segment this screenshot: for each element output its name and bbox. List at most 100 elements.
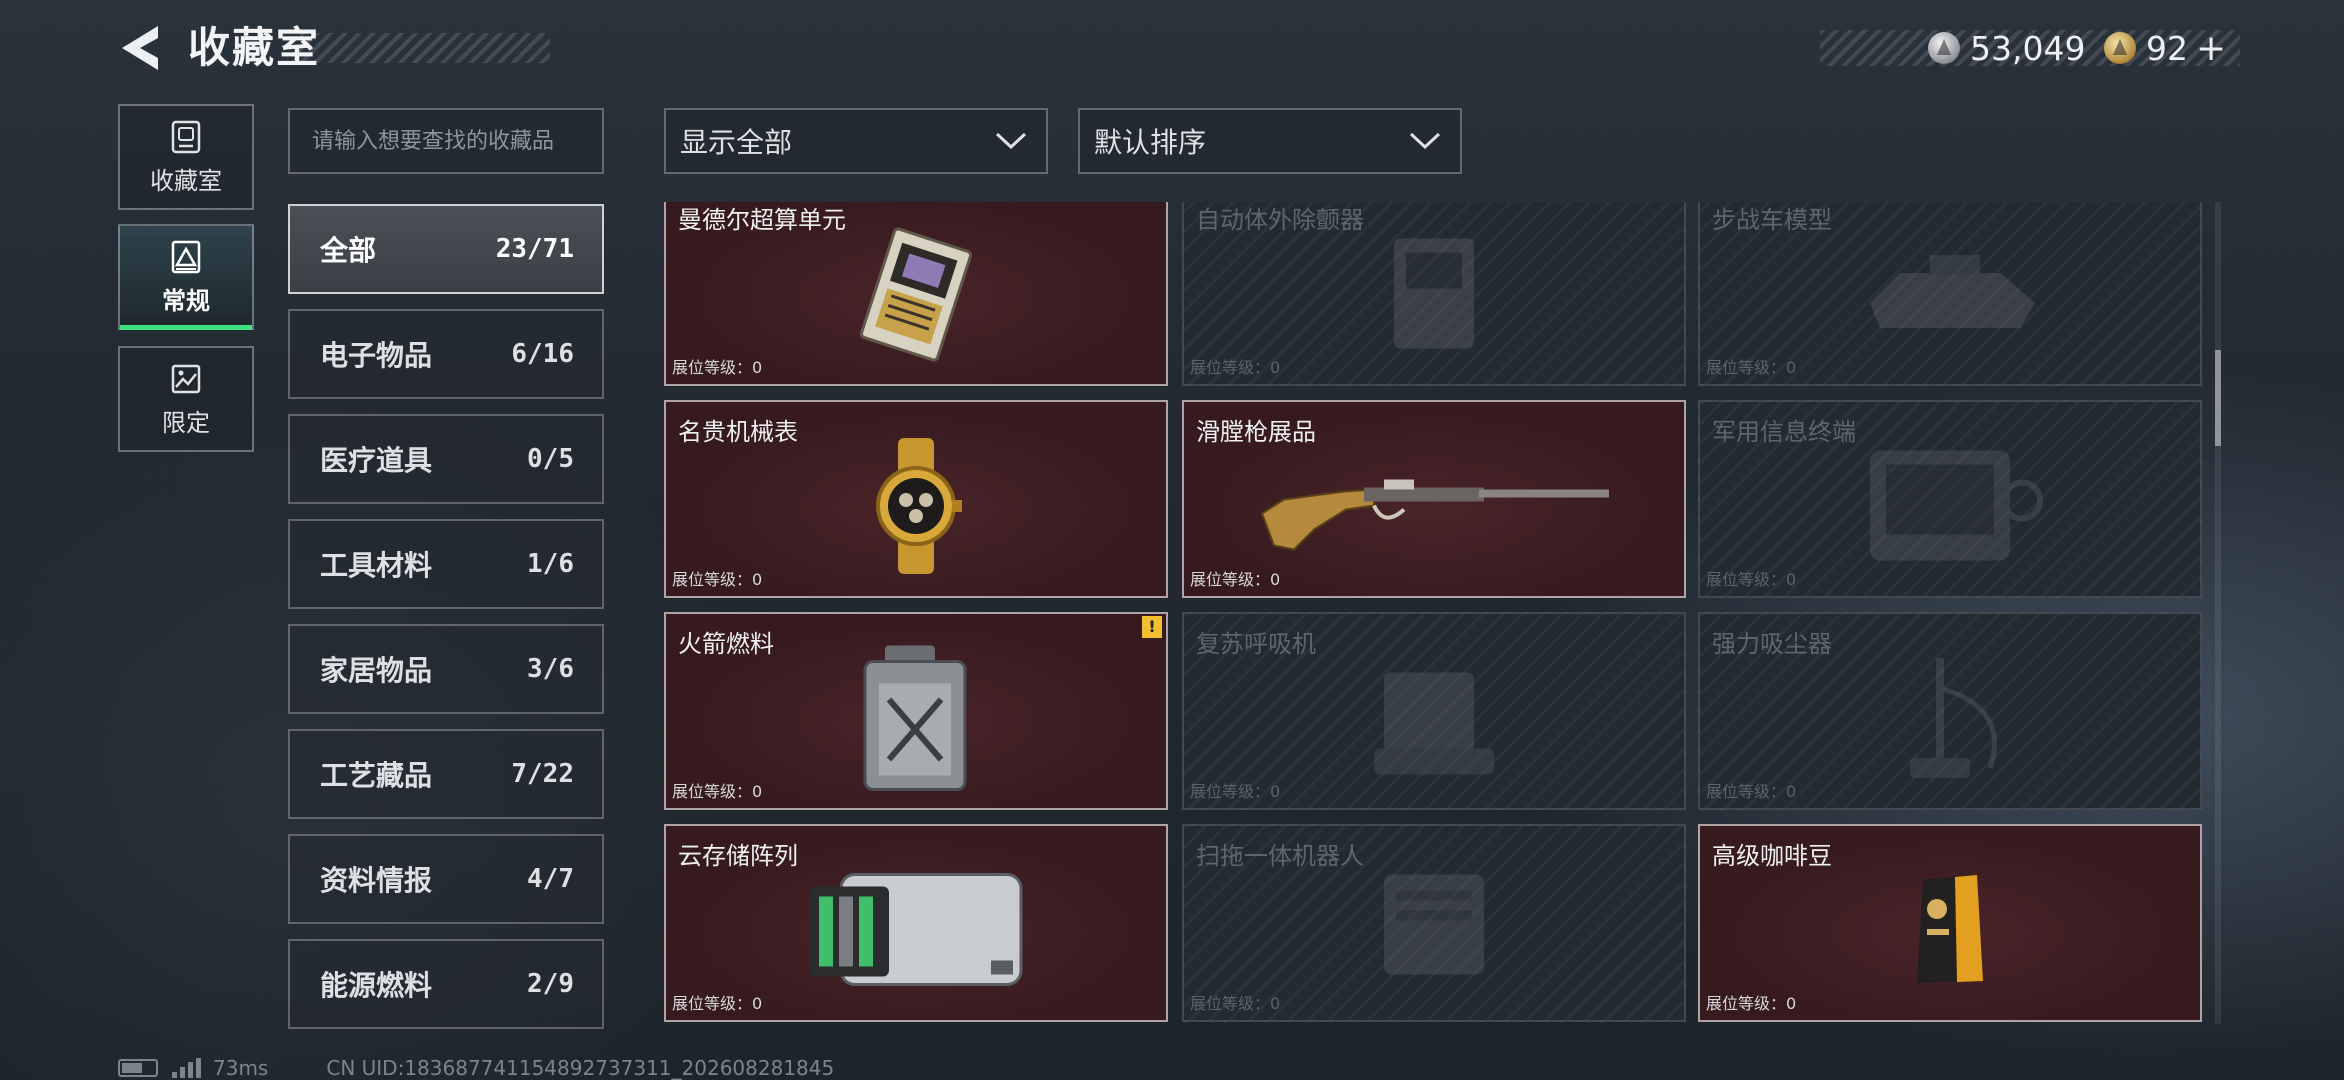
- category-household[interactable]: 家居物品 3/6: [288, 624, 604, 714]
- alert-badge-icon: !: [1142, 616, 1162, 638]
- side-tab-limited[interactable]: 限定: [118, 346, 254, 452]
- category-electronics[interactable]: 电子物品 6/16: [288, 309, 604, 399]
- silver-amount: 53,049: [1970, 28, 2086, 68]
- sort-value: 默认排序: [1094, 126, 1207, 159]
- category-count: 4/7: [527, 864, 574, 894]
- sort-dropdown[interactable]: 默认排序: [1078, 108, 1462, 174]
- collectible-card-mechanical-watch[interactable]: 名贵机械表 展位等级：0: [664, 400, 1168, 598]
- coffee-bag-icon: [1917, 875, 1983, 983]
- category-crafts[interactable]: 工艺藏品 7/22: [288, 729, 604, 819]
- booth-level: 展位等级：0: [1190, 782, 1281, 801]
- display-filter-dropdown[interactable]: 显示全部: [664, 108, 1048, 174]
- regular-exhibit-icon: [171, 240, 201, 273]
- category-label: 全部: [320, 234, 377, 267]
- collectible-card-supercomputer[interactable]: 曼德尔超算单元 展位等级：0: [664, 202, 1168, 386]
- category-count: 0/5: [527, 444, 574, 474]
- category-count: 2/9: [527, 969, 574, 999]
- category-intel[interactable]: 资料情报 4/7: [288, 834, 604, 924]
- collectible-card-defibrillator[interactable]: 自动体外除颤器 展位等级：0: [1182, 202, 1686, 386]
- booth-level: 展位等级：0: [1706, 570, 1797, 589]
- category-label: 资料情报: [320, 864, 433, 897]
- fuel-canister-icon: [863, 645, 967, 791]
- back-arrow-icon[interactable]: [118, 24, 162, 72]
- category-label: 工艺藏品: [320, 759, 433, 792]
- side-tab-regular[interactable]: 常规: [118, 224, 254, 330]
- booth-level: 展位等级：0: [1190, 358, 1281, 377]
- mechanical-watch-icon: [876, 438, 962, 574]
- booth-level: 展位等级：0: [1706, 782, 1797, 801]
- ventilator-icon: [1374, 672, 1494, 775]
- side-tab-collection-room[interactable]: 收藏室: [118, 104, 254, 210]
- category-energy[interactable]: 能源燃料 2/9: [288, 939, 604, 1029]
- collectible-name: 名贵机械表: [678, 418, 798, 446]
- collectible-name: 云存储阵列: [678, 842, 798, 870]
- scroll-thumb[interactable]: [2215, 350, 2221, 446]
- collection-room-icon: [171, 120, 201, 153]
- display-filter-value: 显示全部: [680, 126, 793, 159]
- storage-array-icon: [809, 873, 1023, 986]
- category-all[interactable]: 全部 23/71: [288, 204, 604, 294]
- add-currency-button[interactable]: +: [2196, 28, 2226, 69]
- search-box[interactable]: [288, 108, 604, 174]
- collectible-name: 曼德尔超算单元: [678, 206, 846, 234]
- collectible-card-mop-robot[interactable]: 扫拖一体机器人 展位等级：0: [1182, 824, 1686, 1022]
- category-tools[interactable]: 工具材料 1/6: [288, 519, 604, 609]
- category-label: 电子物品: [320, 339, 433, 372]
- booth-level: 展位等级：0: [1190, 570, 1281, 589]
- booth-level: 展位等级：0: [672, 358, 763, 377]
- collectible-name: 滑膛枪展品: [1196, 418, 1316, 446]
- battery-icon: [118, 1059, 158, 1077]
- collectible-name: 强力吸尘器: [1712, 630, 1832, 658]
- collectible-name: 扫拖一体机器人: [1196, 842, 1364, 870]
- military-terminal-icon: [1870, 450, 2043, 561]
- collectible-card-musket[interactable]: 滑膛枪展品 展位等级：0: [1182, 400, 1686, 598]
- category-label: 工具材料: [320, 549, 433, 582]
- collectible-name: 步战车模型: [1712, 206, 1832, 234]
- category-label: 家居物品: [320, 654, 433, 687]
- ifv-model-icon: [1870, 255, 2035, 328]
- category-count: 7/22: [511, 759, 574, 789]
- booth-level: 展位等级：0: [1706, 358, 1797, 377]
- mop-robot-icon: [1384, 874, 1484, 975]
- gold-coin-icon: [2104, 32, 2136, 64]
- limited-exhibit-icon: [171, 364, 201, 393]
- collectible-grid: 曼德尔超算单元 展位等级：0 自动体外除颤器 展位等级：0 步战车模型 展位等级…: [662, 202, 2204, 1024]
- ping-text: 73ms: [213, 1056, 269, 1080]
- category-count: 23/71: [495, 234, 574, 264]
- chevron-down-icon: [1409, 132, 1441, 150]
- defibrillator-icon: [1394, 238, 1474, 349]
- collectible-card-coffee-beans[interactable]: 高级咖啡豆 展位等级：0: [1698, 824, 2202, 1022]
- category-medical[interactable]: 医疗道具 0/5: [288, 414, 604, 504]
- collectible-card-ventilator[interactable]: 复苏呼吸机 展位等级：0: [1182, 612, 1686, 810]
- silver-coin-icon: [1928, 32, 1960, 64]
- uid-text: CN UID:1836877411548927373​11_2026082818…: [326, 1056, 835, 1080]
- search-input[interactable]: [290, 110, 602, 172]
- collectible-name: 高级咖啡豆: [1712, 842, 1832, 870]
- booth-level: 展位等级：0: [672, 782, 763, 801]
- status-footer: 73ms CN UID:1836877411548927373​11_20260…: [118, 1055, 834, 1080]
- collectible-name: 火箭燃料: [678, 630, 774, 658]
- side-tab-label: 常规: [162, 286, 210, 315]
- side-tab-label: 收藏室: [150, 166, 222, 195]
- category-label: 医疗道具: [320, 444, 433, 477]
- gold-currency: 92 +: [2104, 26, 2226, 70]
- collectible-name: 复苏呼吸机: [1196, 630, 1316, 658]
- vacuum-cleaner-icon: [1910, 658, 1997, 778]
- collectible-card-cloud-storage[interactable]: 云存储阵列 展位等级：0: [664, 824, 1168, 1022]
- chevron-down-icon: [995, 132, 1027, 150]
- booth-level: 展位等级：0: [672, 994, 763, 1013]
- category-count: 1/6: [527, 549, 574, 579]
- collectible-name: 军用信息终端: [1712, 418, 1856, 446]
- category-count: 3/6: [527, 654, 574, 684]
- active-tab-indicator: [120, 325, 252, 330]
- collectible-card-rocket-fuel[interactable]: 火箭燃料 ! 展位等级：0: [664, 612, 1168, 810]
- title-decoration: [300, 33, 550, 63]
- collectible-card-vacuum[interactable]: 强力吸尘器 展位等级：0: [1698, 612, 2202, 810]
- grid-scrollbar[interactable]: [2215, 202, 2221, 1024]
- musket-icon: [1260, 479, 1609, 551]
- collectible-card-ifv-model[interactable]: 步战车模型 展位等级：0: [1698, 202, 2202, 386]
- gold-amount: 92: [2146, 28, 2188, 68]
- collectible-name: 自动体外除颤器: [1196, 206, 1364, 234]
- collectible-card-military-terminal[interactable]: 军用信息终端 展位等级：0: [1698, 400, 2202, 598]
- category-count: 6/16: [511, 339, 574, 369]
